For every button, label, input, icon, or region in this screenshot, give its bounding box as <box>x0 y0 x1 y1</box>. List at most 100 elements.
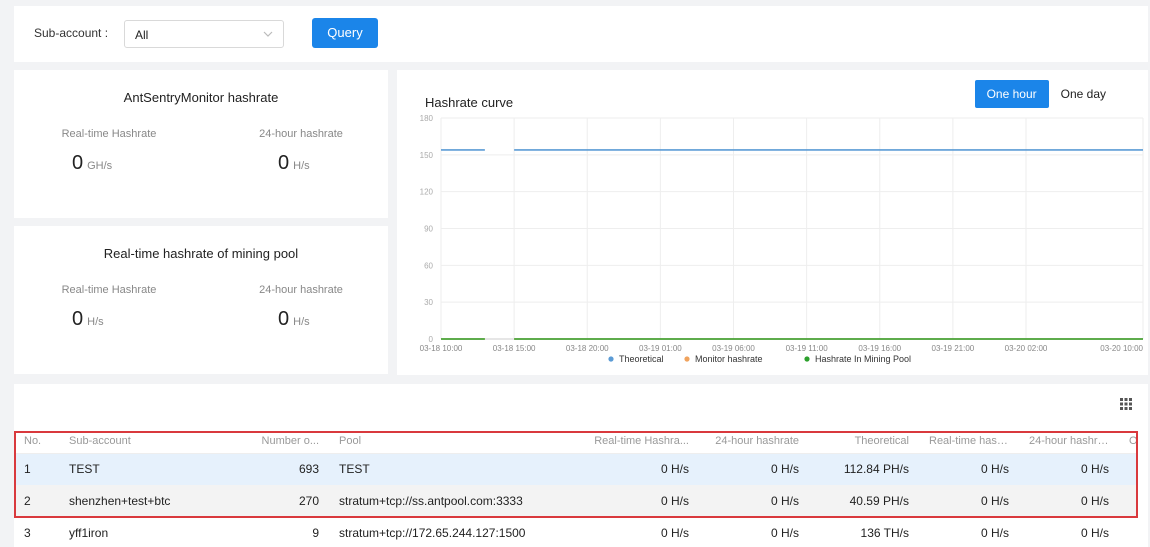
table-row[interactable]: 3 yff1iron 9 stratum+tcp://172.65.244.12… <box>14 517 1138 547</box>
ant-monitor-title: AntSentryMonitor hashrate <box>123 90 279 105</box>
cell-no: 2 <box>14 485 59 517</box>
cell-no: 3 <box>24 526 31 540</box>
hashrate-curve-card: 0 30 60 90 120 150 180 03-18 10:00 03-18 15:00 03… <box>397 70 1148 375</box>
cell-number: 693 <box>249 453 329 485</box>
cell-pool-realtime-hashrate: 0 H/s <box>919 453 1019 485</box>
pool-hashrate-card: Real-time hashrate of mining pool Real-t… <box>14 226 388 374</box>
sub-account-label: Sub-account : <box>34 26 109 40</box>
range-tabs: One hour One day <box>974 80 1118 108</box>
ant-realtime-label: Real-time Hashrate <box>61 128 157 140</box>
cell-sub-account: yff1iron <box>69 526 109 540</box>
column-settings-icon <box>1120 398 1132 410</box>
pool-realtime-unit: H/s <box>87 316 104 328</box>
sub-account-table: No. Sub-account Number o... Pool Real-ti… <box>14 429 1138 547</box>
col-realtime-hashrate[interactable]: Real-time Hashra... <box>569 429 699 454</box>
ant-24h-value: 0 <box>278 152 290 174</box>
legend-label: Monitor hashrate <box>695 354 763 364</box>
cell-pool-realtime-hashrate: 0 H/s <box>980 526 1009 540</box>
cell-theoretical: 40.59 PH/s <box>809 485 919 517</box>
pool-24h-label: 24-hour hashrate <box>259 284 343 296</box>
chevron-down-icon <box>263 31 273 37</box>
legend-label: Hashrate In Mining Pool <box>815 354 911 364</box>
cell-theoretical: 136 TH/s <box>860 526 909 540</box>
cell-number: 9 <box>312 526 319 540</box>
cell-realtime-hashrate: 0 H/s <box>569 485 699 517</box>
ant-24h-label: 24-hour hashrate <box>259 128 343 140</box>
col-pool[interactable]: Pool <box>329 429 569 454</box>
cell-pool: TEST <box>329 453 569 485</box>
sub-account-selected: All <box>135 28 149 42</box>
col-overflow[interactable]: O <box>1119 429 1138 454</box>
x-tick-label: 03-18 20:00 <box>566 344 609 353</box>
x-tick-label: 03-20 10:00 <box>1100 344 1143 353</box>
col-theoretical[interactable]: Theoretical <box>809 429 919 454</box>
cell-theoretical: 112.84 PH/s <box>809 453 919 485</box>
x-tick-label: 03-19 11:00 <box>786 344 829 353</box>
col-no[interactable]: No. <box>14 429 59 454</box>
sub-account-select[interactable]: All <box>124 20 284 48</box>
tab-one-day[interactable]: One day <box>1049 80 1118 108</box>
table-header-row: No. Sub-account Number o... Pool Real-ti… <box>14 429 1138 454</box>
x-tick-label: 03-19 16:00 <box>858 344 901 353</box>
ant-monitor-card: AntSentryMonitor hashrate Real-time Hash… <box>14 70 388 218</box>
col-sub-account[interactable]: Sub-account <box>59 429 249 454</box>
cell-pool-24h-hashrate: 0 H/s <box>1080 526 1109 540</box>
pool-hashrate-title: Real-time hashrate of mining pool <box>103 246 299 261</box>
tab-one-hour[interactable]: One hour <box>974 80 1049 108</box>
hashrate-curve-title: Hashrate curve <box>425 95 514 110</box>
cell-realtime-hashrate: 0 H/s <box>569 453 699 485</box>
y-tick-label: 30 <box>424 298 433 307</box>
pool-24h-unit: H/s <box>293 316 310 328</box>
x-tick-label: 03-19 06:00 <box>712 344 755 353</box>
cell-overflow <box>1119 517 1138 547</box>
col-number[interactable]: Number o... <box>249 429 329 454</box>
ant-24h-unit: H/s <box>293 160 310 172</box>
col-pool-24h-hashrate[interactable]: 24-hour hashrat... <box>1019 429 1119 454</box>
y-tick-label: 90 <box>424 225 433 234</box>
cell-overflow <box>1119 453 1138 485</box>
legend-marker <box>684 356 690 362</box>
pool-realtime-metric: Real-time Hashrate 0 H/s <box>34 284 184 331</box>
cell-sub-account: shenzhen+test+btc <box>59 485 249 517</box>
cell-sub-account: TEST <box>59 453 249 485</box>
cell-pool-24h-hashrate: 0 H/s <box>1019 453 1119 485</box>
col-pool-realtime-hashrate[interactable]: Real-time hashra... <box>919 429 1019 454</box>
pool-24h-metric: 24-hour hashrate 0 H/s <box>226 284 376 331</box>
query-button[interactable]: Query <box>312 18 378 48</box>
cell-24h-hashrate: 0 H/s <box>699 485 809 517</box>
cell-pool: stratum+tcp://172.65.244.127:1500 <box>339 526 526 540</box>
grid-icon[interactable] <box>1120 398 1132 413</box>
ant-realtime-value: 0 <box>72 152 84 174</box>
x-tick-label: 03-19 21:00 <box>932 344 975 353</box>
pool-24h-value: 0 <box>278 308 290 330</box>
cell-overflow <box>1119 485 1138 517</box>
legend-label: Theoretical <box>619 354 664 364</box>
cell-pool-realtime-hashrate: 0 H/s <box>919 485 1019 517</box>
cell-no: 1 <box>14 453 59 485</box>
sub-account-table-card: No. Sub-account Number o... Pool Real-ti… <box>14 384 1148 547</box>
y-tick-label: 180 <box>420 114 434 123</box>
cell-realtime-hashrate: 0 H/s <box>660 526 689 540</box>
cell-number: 270 <box>249 485 329 517</box>
x-tick-label: 03-20 02:00 <box>1005 344 1048 353</box>
y-tick-label: 60 <box>424 261 433 270</box>
y-tick-label: 150 <box>420 151 434 160</box>
x-tick-label: 03-19 01:00 <box>639 344 682 353</box>
pool-realtime-value: 0 <box>72 308 84 330</box>
filter-bar: Sub-account : All Query <box>14 6 1148 62</box>
ant-realtime-metric: Real-time Hashrate 0 GH/s <box>34 128 184 175</box>
y-tick-label: 120 <box>420 188 434 197</box>
x-tick-label: 03-18 10:00 <box>420 344 463 353</box>
hashrate-chart: 0 30 60 90 120 150 180 03-18 10:00 03-18 15:00 03… <box>420 114 1144 364</box>
col-24h-hashrate[interactable]: 24-hour hashrate <box>699 429 809 454</box>
x-tick-label: 03-18 15:00 <box>493 344 536 353</box>
table-row[interactable]: 1 TEST 693 TEST 0 H/s 0 H/s 112.84 PH/s … <box>14 453 1138 485</box>
cell-24h-hashrate: 0 H/s <box>699 453 809 485</box>
ant-24h-metric: 24-hour hashrate 0 H/s <box>226 128 376 175</box>
cell-24h-hashrate: 0 H/s <box>770 526 799 540</box>
table-row[interactable]: 2 shenzhen+test+btc 270 stratum+tcp://ss… <box>14 485 1138 517</box>
legend-marker <box>804 356 810 362</box>
legend-marker <box>608 356 614 362</box>
y-tick-label: 0 <box>429 335 434 344</box>
ant-realtime-unit: GH/s <box>87 160 113 172</box>
